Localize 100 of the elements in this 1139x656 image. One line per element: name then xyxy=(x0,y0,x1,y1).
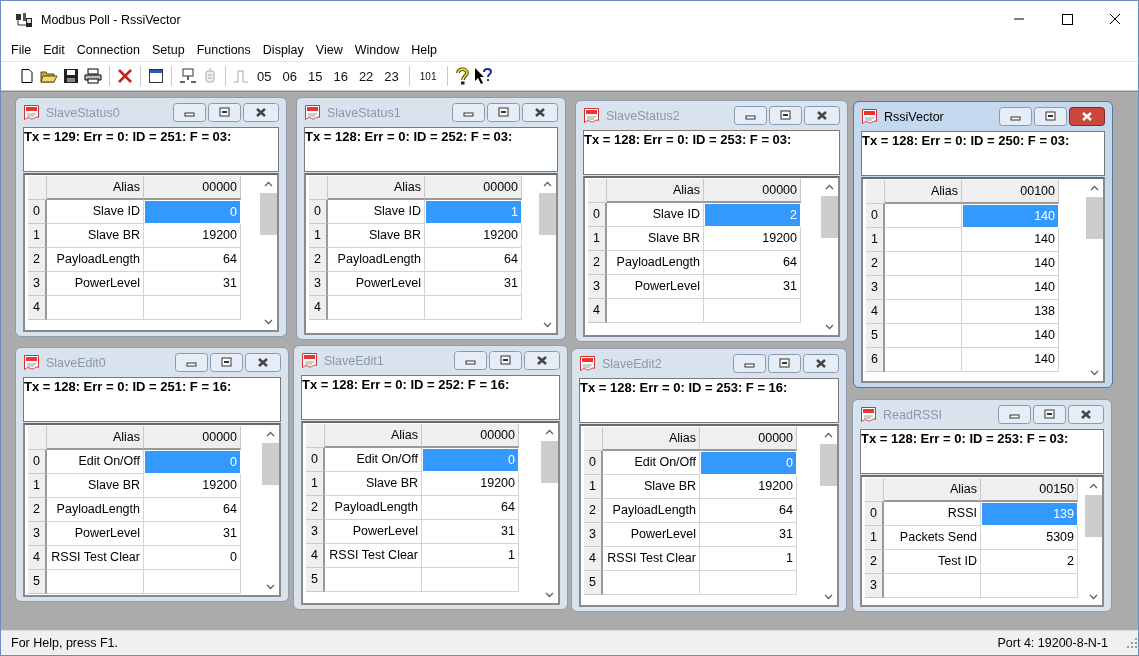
value-cell[interactable]: 64 xyxy=(144,498,241,522)
row-header[interactable]: 2 xyxy=(306,496,325,520)
column-header[interactable]: 00000 xyxy=(422,424,519,448)
row-header[interactable]: 2 xyxy=(28,248,47,272)
menu-item[interactable]: Help xyxy=(405,43,443,57)
column-header[interactable]: 00000 xyxy=(144,426,241,450)
help-icon[interactable] xyxy=(454,67,469,85)
row-header[interactable]: 1 xyxy=(306,472,325,496)
save-icon[interactable] xyxy=(63,68,79,84)
grid-corner[interactable] xyxy=(588,179,607,203)
menu-item[interactable]: File xyxy=(5,43,38,57)
row-header[interactable]: 3 xyxy=(306,520,325,544)
resize-grip-icon[interactable] xyxy=(1126,637,1138,649)
alias-cell[interactable] xyxy=(603,571,700,595)
function-button[interactable]: 22 xyxy=(355,68,377,84)
value-cell[interactable]: 140 xyxy=(962,276,1059,300)
value-cell[interactable]: 1 xyxy=(700,547,797,571)
row-header[interactable]: 3 xyxy=(866,276,885,300)
alias-cell[interactable]: PowerLevel xyxy=(328,272,425,296)
window-icon[interactable] xyxy=(148,68,164,84)
close-icon[interactable] xyxy=(1069,107,1105,126)
restore-icon[interactable] xyxy=(210,353,243,372)
row-header[interactable]: 4 xyxy=(866,300,885,324)
close-icon[interactable] xyxy=(522,103,558,122)
column-header[interactable]: Alias xyxy=(607,179,704,203)
row-header[interactable]: 2 xyxy=(588,251,607,275)
column-header[interactable]: Alias xyxy=(325,424,422,448)
new-file-icon[interactable] xyxy=(19,68,35,84)
value-cell[interactable]: 19200 xyxy=(704,227,801,251)
column-header[interactable]: 00000 xyxy=(700,427,797,451)
grid-corner[interactable] xyxy=(584,427,603,451)
minimize-icon[interactable] xyxy=(175,353,208,372)
row-header[interactable]: 0 xyxy=(588,203,607,227)
delete-icon[interactable] xyxy=(117,68,133,84)
value-cell[interactable]: 140 xyxy=(962,252,1059,276)
display-button[interactable]: 101 xyxy=(416,70,440,82)
alias-cell[interactable]: PowerLevel xyxy=(47,522,144,546)
scroll-thumb[interactable] xyxy=(541,441,558,483)
alias-cell[interactable]: Slave BR xyxy=(47,224,144,248)
scroll-thumb[interactable] xyxy=(260,193,277,235)
value-cell[interactable]: 31 xyxy=(144,522,241,546)
row-header[interactable]: 1 xyxy=(28,474,47,498)
column-header[interactable]: 00000 xyxy=(144,176,241,200)
value-cell[interactable]: 19200 xyxy=(422,472,519,496)
column-header[interactable]: Alias xyxy=(885,180,962,204)
row-header[interactable]: 3 xyxy=(309,272,328,296)
alias-cell[interactable] xyxy=(328,296,425,320)
alias-cell[interactable]: Edit On/Off xyxy=(603,451,700,475)
alias-cell[interactable]: Edit On/Off xyxy=(325,448,422,472)
alias-cell[interactable]: Slave BR xyxy=(325,472,422,496)
row-header[interactable]: 6 xyxy=(866,348,885,372)
column-header[interactable]: Alias xyxy=(603,427,700,451)
value-cell[interactable]: 64 xyxy=(700,499,797,523)
row-header[interactable]: 3 xyxy=(588,275,607,299)
printer-icon[interactable] xyxy=(84,68,102,84)
alias-cell[interactable] xyxy=(885,300,962,324)
disconnect-icon[interactable] xyxy=(202,68,218,84)
value-cell[interactable]: 1 xyxy=(422,544,519,568)
row-header[interactable]: 5 xyxy=(584,571,603,595)
minimize-icon[interactable] xyxy=(998,405,1031,424)
value-cell[interactable]: 64 xyxy=(144,248,241,272)
alias-cell[interactable] xyxy=(885,252,962,276)
grid-corner[interactable] xyxy=(309,176,328,200)
grid-corner[interactable] xyxy=(28,426,47,450)
menu-item[interactable]: View xyxy=(309,43,349,57)
alias-cell[interactable]: Slave ID xyxy=(607,203,704,227)
row-header[interactable]: 5 xyxy=(306,568,325,592)
grid-corner[interactable] xyxy=(865,478,884,502)
function-button[interactable]: 05 xyxy=(254,68,275,84)
menu-item[interactable]: Functions xyxy=(190,43,257,57)
column-header[interactable]: Alias xyxy=(47,426,144,450)
value-cell[interactable]: 31 xyxy=(425,272,522,296)
alias-cell[interactable]: Packets Send xyxy=(884,526,981,550)
alias-cell[interactable]: Slave BR xyxy=(603,475,700,499)
grid-corner[interactable] xyxy=(866,180,885,204)
close-icon[interactable] xyxy=(243,103,279,122)
value-cell[interactable]: 31 xyxy=(700,523,797,547)
alias-cell[interactable]: Slave BR xyxy=(607,227,704,251)
scroll-thumb[interactable] xyxy=(539,193,556,235)
row-header[interactable]: 4 xyxy=(584,547,603,571)
row-header[interactable]: 4 xyxy=(309,296,328,320)
alias-cell[interactable]: Slave BR xyxy=(47,474,144,498)
pulse-icon[interactable] xyxy=(233,68,249,84)
value-cell[interactable]: 140 xyxy=(962,348,1059,372)
row-header[interactable]: 1 xyxy=(584,475,603,499)
restore-icon[interactable] xyxy=(489,351,522,370)
value-cell[interactable] xyxy=(425,296,522,320)
alias-cell[interactable]: PowerLevel xyxy=(603,523,700,547)
column-header[interactable]: 00100 xyxy=(962,180,1059,204)
alias-cell[interactable]: RSSI Test Clear xyxy=(47,546,144,570)
alias-cell[interactable] xyxy=(885,204,962,228)
alias-cell[interactable]: PowerLevel xyxy=(607,275,704,299)
row-header[interactable]: 2 xyxy=(865,550,884,574)
row-header[interactable]: 5 xyxy=(28,570,47,594)
value-cell[interactable]: 19200 xyxy=(425,224,522,248)
restore-icon[interactable] xyxy=(1033,405,1066,424)
alias-cell[interactable] xyxy=(47,296,144,320)
alias-cell[interactable] xyxy=(607,299,704,323)
alias-cell[interactable] xyxy=(885,276,962,300)
row-header[interactable]: 1 xyxy=(309,224,328,248)
